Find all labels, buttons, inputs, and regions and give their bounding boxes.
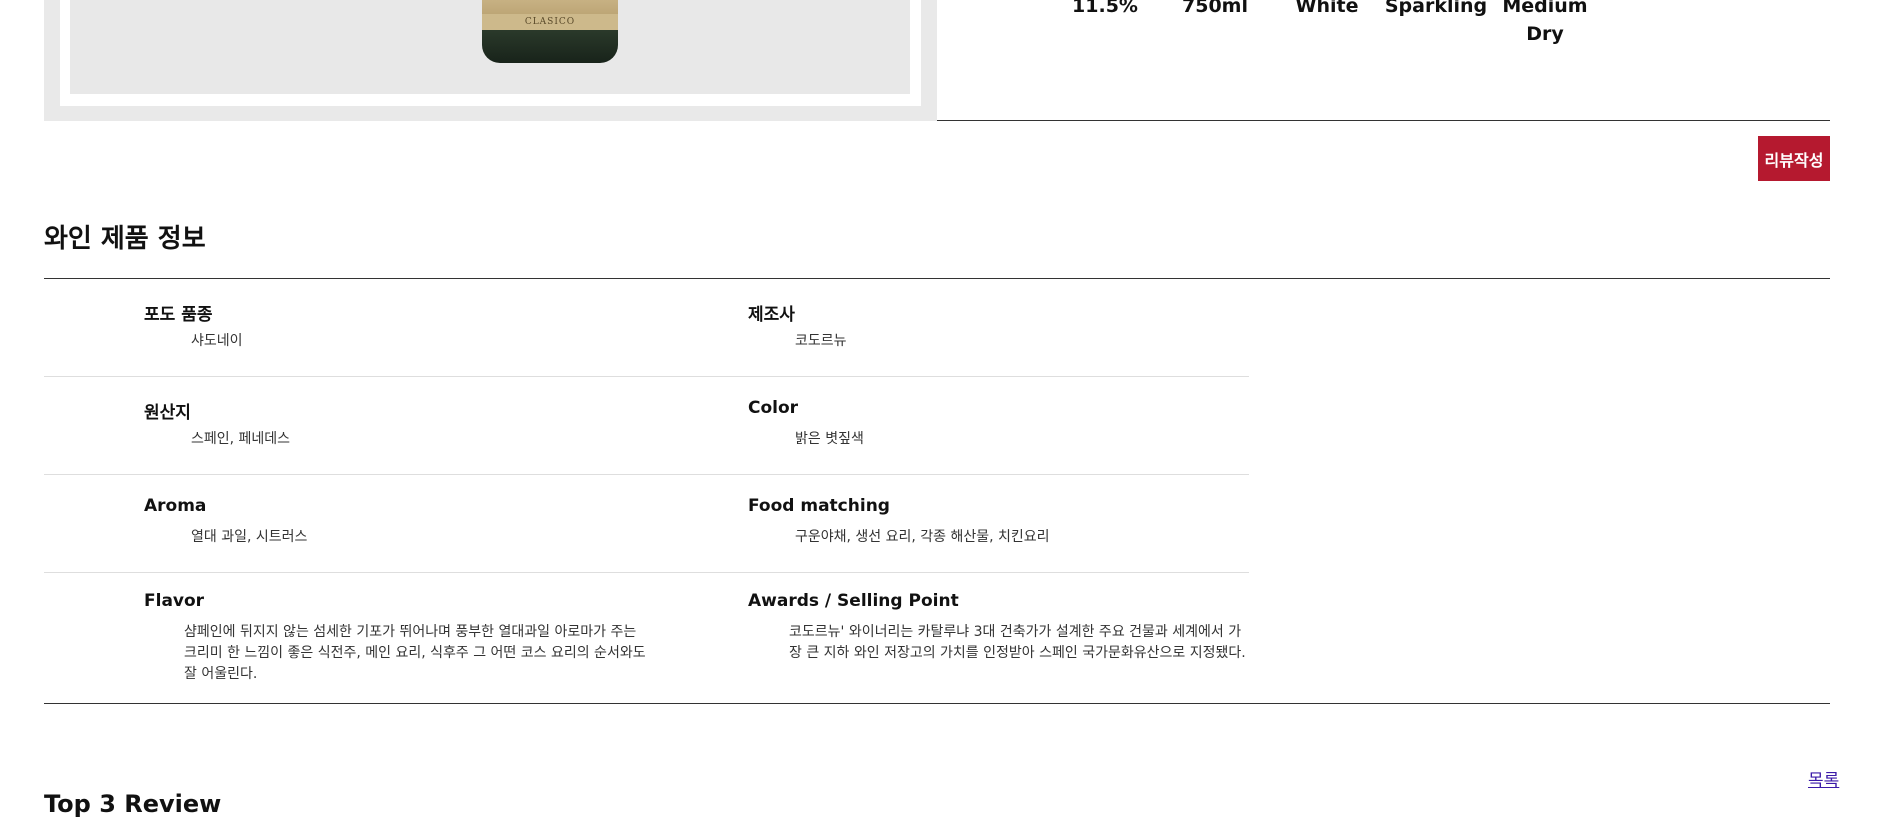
spec-sweetness: Medium Dry [1502,0,1588,45]
write-review-button[interactable]: 리뷰작성 [1758,136,1830,181]
info-value-producer: 코도르뉴 [795,333,847,349]
row-divider [44,474,1249,475]
section-divider [44,278,1830,279]
row-divider [44,572,1249,573]
spec-color: White [1295,0,1359,17]
bottle-label-text: CLASICO [524,17,576,27]
product-image-inner: CLASICO [60,0,921,106]
info-value-awards: 코도르뉴' 와이너리는 카탈루냐 3대 건축가가 설계한 주요 건물과 세계에서… [789,624,1246,661]
back-to-list-link[interactable]: 목록 [1808,766,1839,791]
product-image-frame: CLASICO [44,0,937,121]
info-value-color: 밝은 볏짚색 [795,431,864,447]
spec-volume: 750ml [1182,0,1248,17]
spec-divider [937,120,1830,121]
info-label-origin: 원산지 [144,403,191,423]
info-value-aroma: 열대 과일, 시트러스 [191,529,308,545]
wine-bottle-image: CLASICO [482,0,618,63]
info-value-food-matching: 구운야채, 생선 요리, 각종 해산물, 치킨요리 [795,529,1050,545]
product-info-title: 와인 제품 정보 [44,224,206,254]
info-label-food-matching: Food matching [748,496,890,516]
info-label-awards: Awards / Selling Point [748,591,959,611]
spec-type: Sparkling [1384,0,1488,17]
info-label-flavor: Flavor [144,591,205,611]
section-bottom-divider [44,703,1830,704]
info-label-aroma: Aroma [144,496,207,516]
info-label-color: Color [748,398,799,418]
top-review-title: Top 3 Review [44,790,222,818]
info-value-origin: 스페인, 페네데스 [191,431,291,447]
info-value-grape: 샤도네이 [191,333,243,349]
info-label-producer: 제조사 [748,305,795,325]
row-divider [44,376,1249,377]
product-image-panel: CLASICO [70,0,910,94]
spec-abv: 11.5% [1072,0,1138,17]
info-value-flavor: 샴페인에 뒤지지 않는 섬세한 기포가 뛰어나며 풍부한 열대과일 아로마가 주… [184,624,646,682]
info-label-grape: 포도 품종 [144,305,213,325]
